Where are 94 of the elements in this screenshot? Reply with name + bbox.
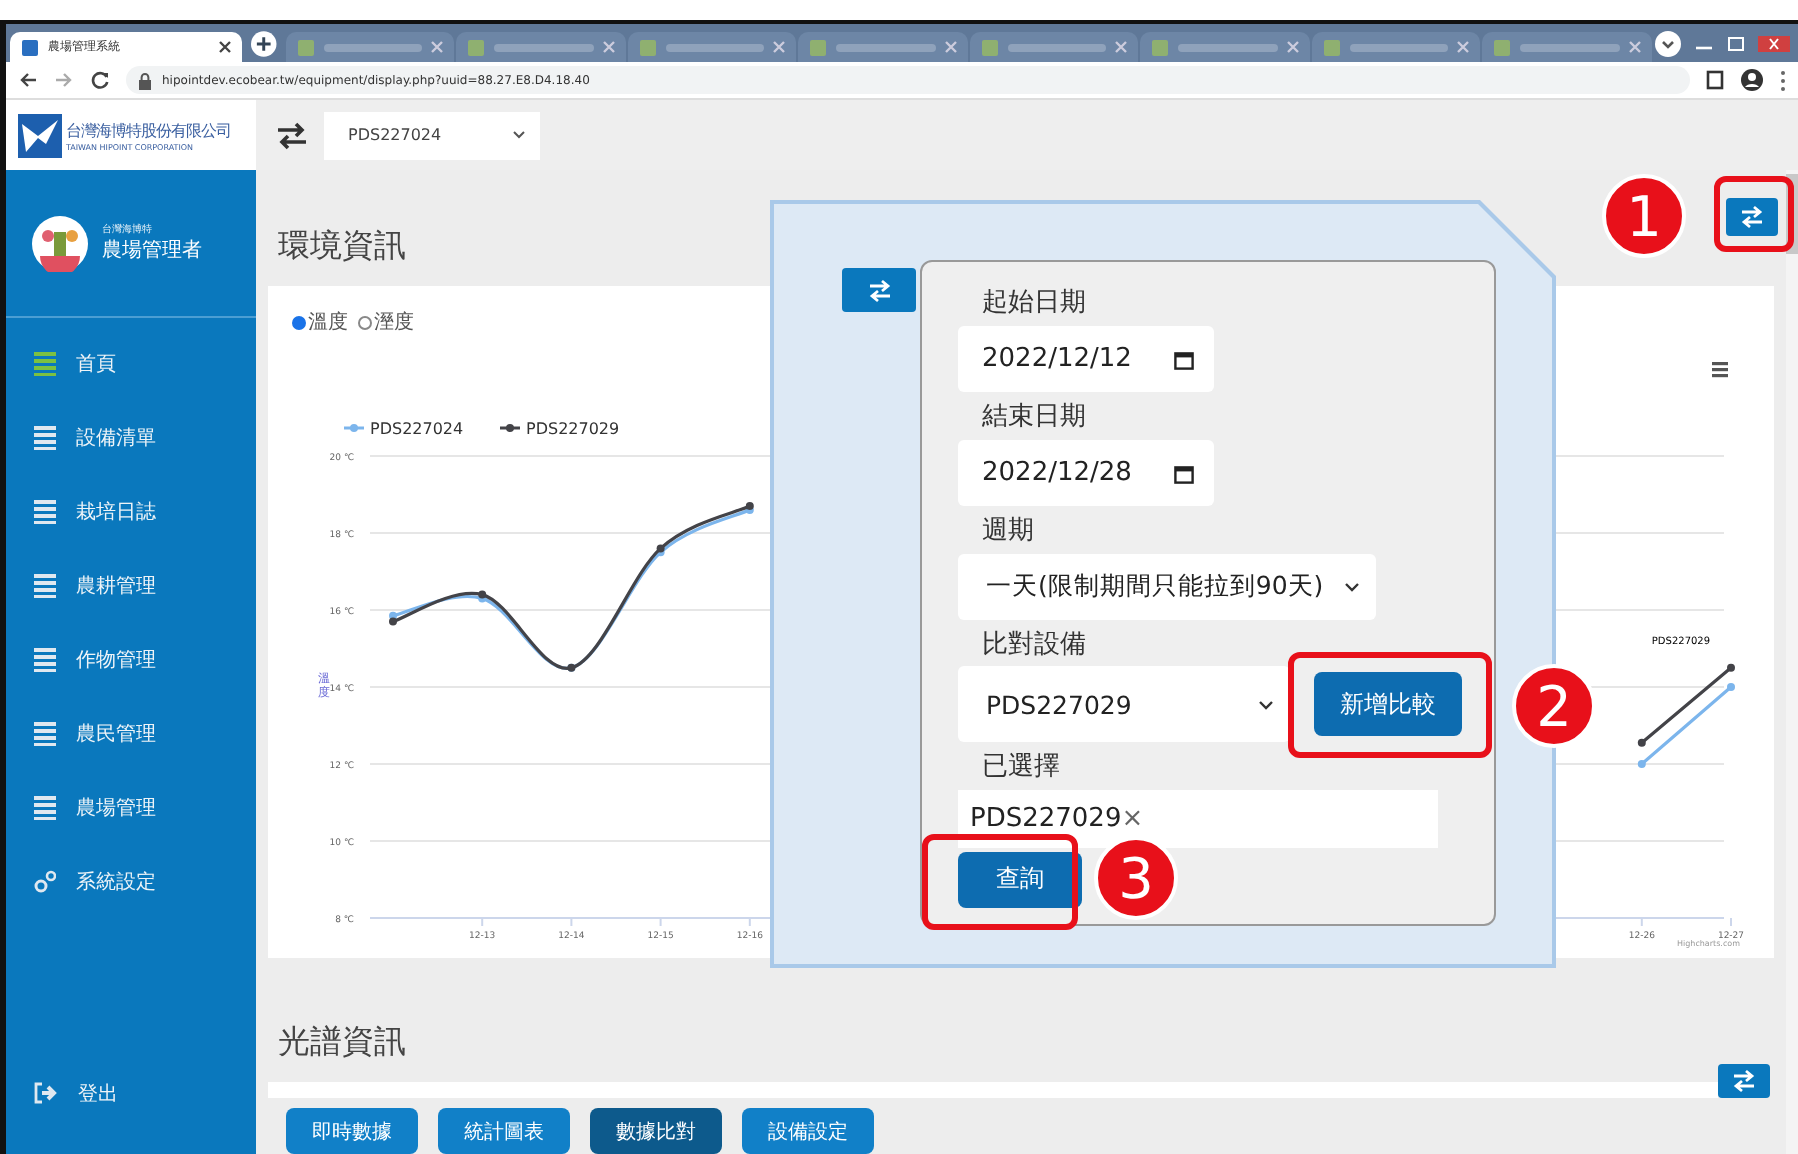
- sidebar-item[interactable]: 系統設定: [6, 844, 256, 918]
- tab-button[interactable]: 統計圖表: [438, 1108, 570, 1154]
- page-icon: [979, 37, 1000, 57]
- tab-button[interactable]: 設備設定: [742, 1108, 874, 1154]
- list-icon: [34, 795, 56, 819]
- sidebar-item[interactable]: 作物管理: [6, 622, 256, 696]
- radio-button[interactable]: 溫度: [292, 308, 348, 336]
- remove-button[interactable]: ×: [1121, 804, 1144, 835]
- page-icon: [808, 37, 829, 57]
- list-icon: [34, 351, 56, 375]
- device-dropdown[interactable]: PDS227024: [324, 111, 540, 159]
- user-role: 農場管理者: [102, 237, 202, 264]
- swap-icon: [1730, 1068, 1758, 1094]
- page-icon: [466, 37, 487, 57]
- legend-label: PDS227029: [526, 420, 620, 438]
- menu-icon[interactable]: [1712, 362, 1728, 378]
- sidebar-item[interactable]: 農耕管理: [6, 548, 256, 622]
- close-icon[interactable]: [217, 40, 232, 54]
- data-point: [1727, 683, 1735, 691]
- selected-device: PDS227029: [970, 804, 1122, 835]
- list-icon: [34, 573, 56, 597]
- swap-icon: [865, 277, 893, 303]
- gear-icon: [34, 869, 56, 893]
- caret-icon: [1258, 699, 1274, 710]
- browser-tab[interactable]: [1140, 32, 1310, 62]
- profile-dropdown-icon[interactable]: [1654, 29, 1683, 57]
- sidebar-item[interactable]: 設備清單: [6, 400, 256, 474]
- legend-item[interactable]: PDS227029: [500, 420, 620, 438]
- dropdown[interactable]: PDS227029: [958, 666, 1290, 743]
- field-label: 起始日期: [980, 286, 1086, 322]
- caret-icon: [512, 130, 526, 140]
- page-icon: [1321, 37, 1342, 57]
- logo-icon: [18, 113, 62, 157]
- browser-tab[interactable]: [456, 32, 626, 62]
- sidebar-item[interactable]: 栽培日誌: [6, 474, 256, 548]
- swap-button[interactable]: [1726, 198, 1778, 236]
- sidebar-item[interactable]: 農民管理: [6, 696, 256, 770]
- page-icon: [20, 37, 40, 57]
- list-icon: [34, 721, 56, 745]
- browser-tab[interactable]: [627, 32, 797, 62]
- sidebar-item[interactable]: 農場管理: [6, 770, 256, 844]
- data-point: [1637, 738, 1646, 747]
- profile-icon[interactable]: [1740, 68, 1764, 92]
- swap-button[interactable]: [842, 268, 916, 312]
- close-icon[interactable]: [1758, 35, 1791, 51]
- list-icon: [34, 647, 56, 671]
- back-icon[interactable]: [18, 70, 38, 90]
- browser-tab[interactable]: [969, 32, 1139, 62]
- field-label: 比對設備: [980, 628, 1086, 665]
- calendar-icon: [1174, 349, 1194, 370]
- data-point: [1637, 760, 1646, 768]
- logout-icon: [34, 1082, 58, 1104]
- swap-icon[interactable]: [276, 121, 308, 149]
- page-icon: [1492, 37, 1513, 57]
- page-icon: [637, 37, 658, 57]
- page-icon: [295, 37, 316, 57]
- dropdown[interactable]: 一天(限制期間只能拉到90天): [958, 554, 1376, 621]
- list-icon: [34, 425, 56, 449]
- list-icon: [34, 499, 56, 523]
- field-label: 已選擇: [980, 750, 1060, 787]
- browser-tab[interactable]: [1311, 32, 1481, 62]
- avatar-icon: [32, 215, 88, 271]
- highlight-frame: [1714, 176, 1794, 252]
- field-label: 週期: [980, 514, 1034, 551]
- swap-button[interactable]: [1718, 1064, 1770, 1098]
- bookmark-icon[interactable]: [1706, 70, 1724, 90]
- section-title: 光譜資訊: [276, 1022, 408, 1064]
- forward-icon[interactable]: [54, 70, 74, 90]
- more-icon[interactable]: [1780, 69, 1786, 91]
- legend-item[interactable]: PDS227024: [344, 420, 464, 438]
- selected-field[interactable]: PDS227029×: [958, 790, 1438, 848]
- calendar-icon: [1174, 463, 1194, 484]
- page-icon: [1150, 37, 1171, 57]
- section-title: 環境資訊: [276, 225, 406, 267]
- reload-icon[interactable]: [90, 70, 110, 90]
- data-point: [1727, 663, 1735, 672]
- tab-button[interactable]: 即時數據: [286, 1108, 418, 1154]
- lock-icon: [138, 71, 152, 89]
- sidebar-item[interactable]: 首頁: [6, 326, 256, 400]
- query-button[interactable]: 查詢: [958, 851, 1082, 909]
- radio-button[interactable]: 溼度: [358, 308, 414, 336]
- maximize-icon[interactable]: [1726, 35, 1747, 51]
- logout-link[interactable]: 登出: [6, 1056, 256, 1130]
- date-field[interactable]: 2022/12/12: [958, 326, 1214, 393]
- legend-label: PDS227024: [370, 420, 464, 438]
- field-label: 結束日期: [980, 400, 1086, 437]
- tab-button[interactable]: 數據比對: [590, 1108, 722, 1154]
- new-tab-icon[interactable]: [249, 29, 278, 57]
- caret-icon: [1344, 582, 1360, 593]
- company-name: 台灣海博特股份有限公司: [66, 119, 231, 141]
- browser-tab[interactable]: [798, 32, 968, 62]
- add-compare-button[interactable]: 新增比較: [1314, 672, 1462, 737]
- swap-icon: [1738, 204, 1766, 230]
- date-field[interactable]: 2022/12/28: [958, 440, 1214, 507]
